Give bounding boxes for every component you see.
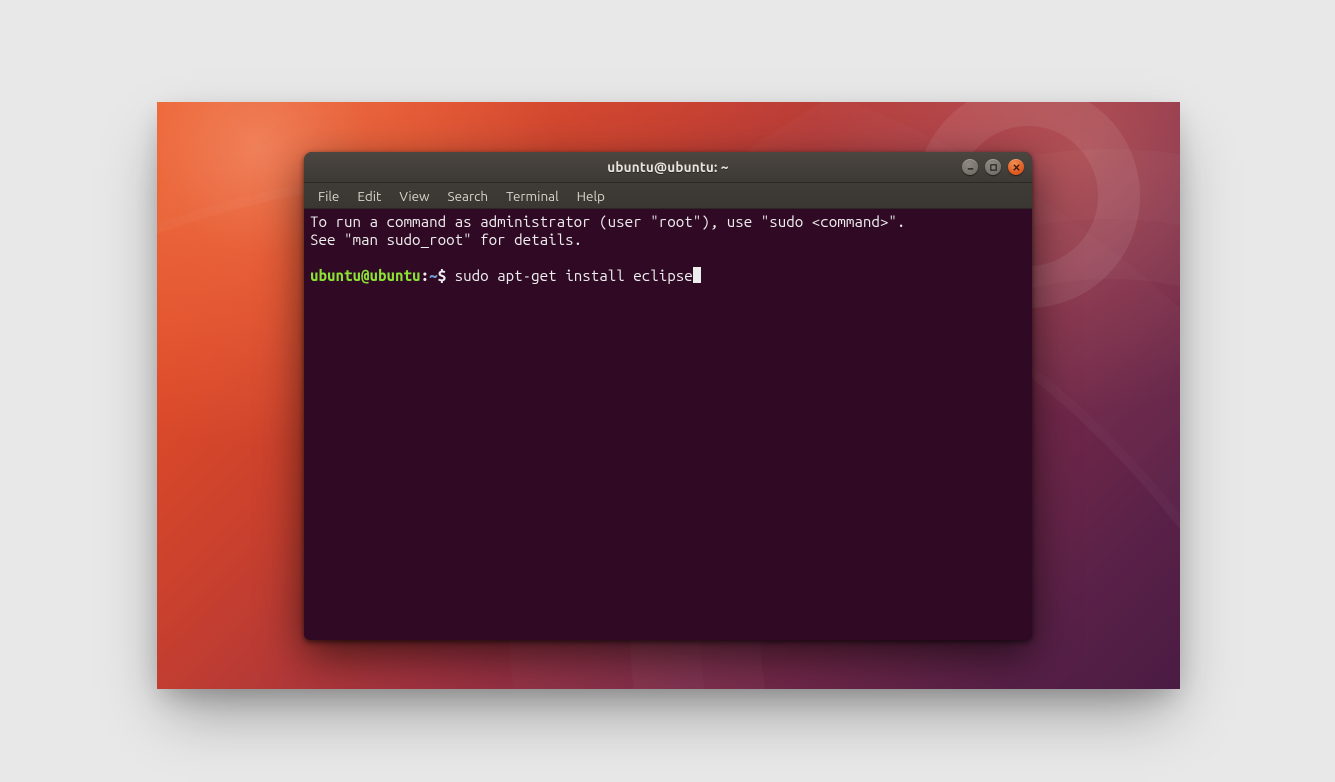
maximize-icon [989,163,998,172]
ubuntu-desktop: ubuntu@ubuntu: ~ File Edit View Search T… [157,102,1180,689]
terminal-window: ubuntu@ubuntu: ~ File Edit View Search T… [304,152,1032,640]
menubar: File Edit View Search Terminal Help [304,183,1032,209]
prompt-path: ~ [429,267,438,284]
menu-search[interactable]: Search [440,186,497,206]
minimize-button[interactable] [962,159,978,175]
prompt-dollar: $ [438,267,455,284]
command-input[interactable]: sudo apt-get install eclipse [455,267,693,284]
close-icon [1012,163,1021,172]
menu-terminal[interactable]: Terminal [498,186,567,206]
window-titlebar[interactable]: ubuntu@ubuntu: ~ [304,152,1032,183]
terminal-body[interactable]: To run a command as administrator (user … [304,209,1032,640]
close-button[interactable] [1008,159,1024,175]
terminal-output-line: To run a command as administrator (user … [310,213,905,230]
window-title: ubuntu@ubuntu: ~ [304,159,1032,175]
minimize-icon [966,163,975,172]
menu-help[interactable]: Help [569,186,613,206]
terminal-output-line: See "man sudo_root" for details. [310,231,582,248]
prompt-user: ubuntu@ubuntu [310,267,421,284]
window-controls [962,159,1024,175]
menu-edit[interactable]: Edit [349,186,389,206]
cursor-icon [693,267,702,283]
prompt-separator: : [421,267,430,284]
menu-view[interactable]: View [391,186,437,206]
maximize-button[interactable] [985,159,1001,175]
menu-file[interactable]: File [310,186,347,206]
